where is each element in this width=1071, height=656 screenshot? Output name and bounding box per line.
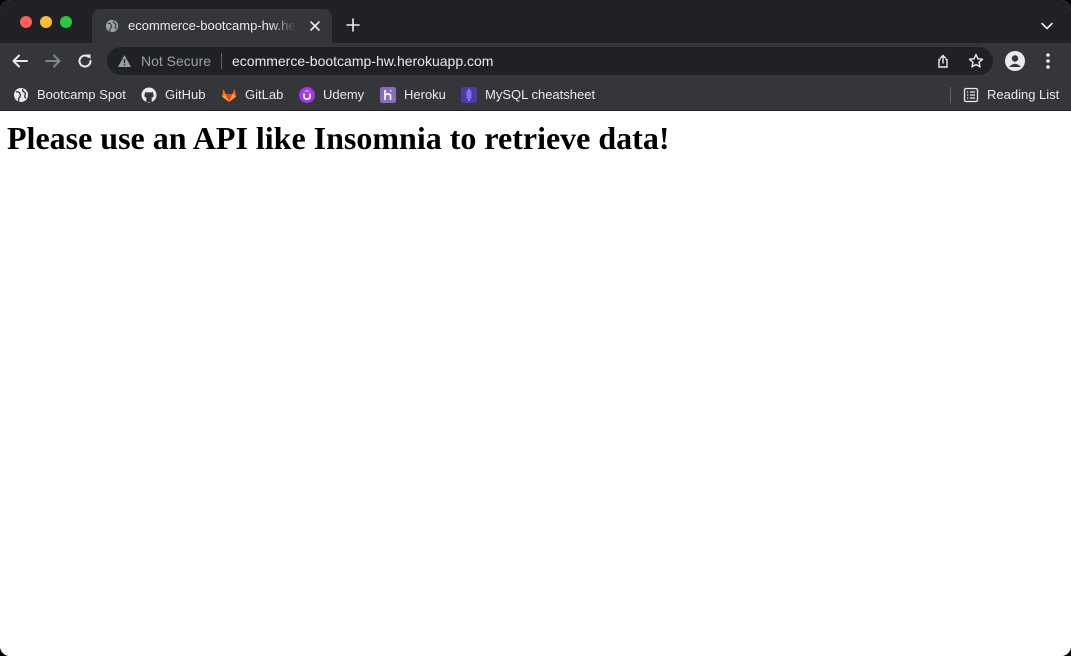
bookmark-label: MySQL cheatsheet	[485, 87, 596, 102]
close-window-button[interactable]	[20, 16, 32, 28]
bookmark-label: Udemy	[323, 87, 365, 102]
new-tab-icon[interactable]	[345, 17, 361, 33]
chevron-down-icon[interactable]	[1040, 19, 1054, 33]
bookmark-star-icon[interactable]	[968, 53, 984, 69]
github-icon	[141, 87, 157, 103]
tab-active[interactable]: ecommerce-bootcamp-hw.herokuapp.com	[92, 9, 332, 43]
globe-icon	[14, 88, 28, 102]
reading-list-button[interactable]: Reading List	[963, 84, 1059, 106]
globe-icon	[105, 19, 119, 33]
bookmarks-divider	[950, 87, 951, 103]
bookmarks-bar: Bootcamp Spot GitHub GitLab Udemy Heroku…	[0, 79, 1071, 111]
toolbar: Not Secure ecommerce-bootcamp-hw.herokua…	[0, 43, 1071, 79]
bookmark-label: GitHub	[165, 87, 206, 102]
warning-icon[interactable]	[117, 54, 132, 68]
bookmark-label: Heroku	[404, 87, 446, 102]
close-tab-icon[interactable]	[308, 19, 322, 33]
bookmark-label: Bootcamp Spot	[37, 87, 126, 102]
security-status-label[interactable]: Not Secure	[141, 52, 211, 70]
bookmark-udemy[interactable]: Udemy	[299, 84, 364, 106]
udemy-icon	[299, 87, 315, 103]
bookmark-mysql-cheatsheet[interactable]: MySQL cheatsheet	[461, 84, 595, 106]
profile-avatar-icon[interactable]	[1005, 51, 1025, 71]
gitlab-icon	[222, 89, 236, 102]
page-heading: Please use an API like Insomnia to retri…	[7, 120, 670, 156]
tab-strip: ecommerce-bootcamp-hw.herokuapp.com	[0, 0, 1071, 43]
bookmark-bootcamp-spot[interactable]: Bootcamp Spot	[13, 84, 126, 106]
minimize-window-button[interactable]	[40, 16, 52, 28]
back-arrow-icon[interactable]	[11, 52, 29, 70]
kebab-menu-icon[interactable]	[1041, 52, 1055, 70]
share-icon[interactable]	[936, 54, 950, 68]
omnibox-divider	[221, 53, 222, 69]
bookmark-gitlab[interactable]: GitLab	[221, 84, 283, 106]
bookmark-label: GitLab	[245, 87, 284, 102]
heroku-icon	[380, 87, 396, 103]
reload-icon[interactable]	[76, 52, 94, 70]
reading-list-label: Reading List	[987, 87, 1060, 102]
browser-window: ecommerce-bootcamp-hw.herokuapp.com	[0, 0, 1071, 656]
address-bar[interactable]: Not Secure ecommerce-bootcamp-hw.herokua…	[107, 47, 993, 75]
page-content: Please use an API like Insomnia to retri…	[0, 111, 1071, 656]
mysql-icon	[461, 87, 477, 103]
zoom-window-button[interactable]	[60, 16, 72, 28]
url-text[interactable]: ecommerce-bootcamp-hw.herokuapp.com	[232, 52, 493, 70]
bookmark-heroku[interactable]: Heroku	[380, 84, 446, 106]
bookmark-github[interactable]: GitHub	[141, 84, 205, 106]
tab-title: ecommerce-bootcamp-hw.herokuapp.com	[128, 18, 296, 33]
reading-list-icon	[963, 87, 979, 103]
forward-arrow-icon[interactable]	[44, 52, 62, 70]
